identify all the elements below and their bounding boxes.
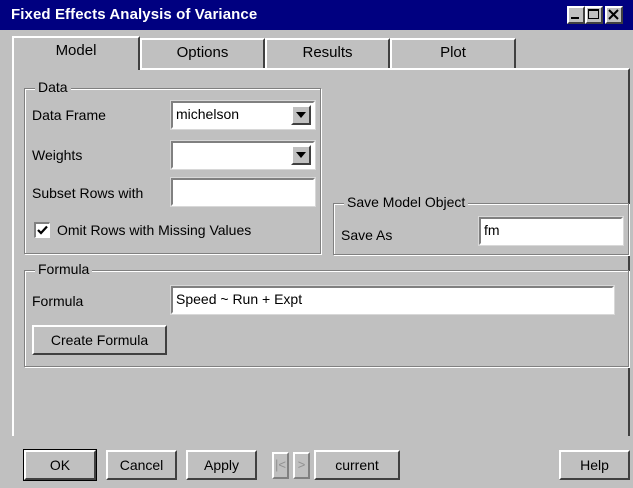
previous-label: |< bbox=[275, 457, 286, 472]
next-button[interactable]: > bbox=[293, 452, 310, 479]
minimize-icon bbox=[571, 17, 579, 19]
help-label: Help bbox=[580, 457, 609, 473]
maximize-button[interactable] bbox=[585, 6, 603, 24]
check-icon bbox=[37, 225, 48, 235]
data-frame-value: michelson bbox=[176, 106, 240, 122]
weights-dropdown-button[interactable] bbox=[291, 145, 311, 165]
title-bar[interactable]: Fixed Effects Analysis of Variance bbox=[0, 0, 633, 30]
weights-dropdown[interactable] bbox=[170, 140, 316, 170]
save-model-group-label: Save Model Object bbox=[344, 194, 469, 210]
data-frame-dropdown[interactable]: michelson bbox=[170, 100, 316, 130]
tab-results[interactable]: Results bbox=[265, 38, 390, 68]
create-formula-button[interactable]: Create Formula bbox=[32, 325, 167, 355]
formula-value: Speed ~ Run + Expt bbox=[176, 291, 303, 307]
minimize-button[interactable] bbox=[567, 6, 585, 24]
tab-options-label: Options bbox=[176, 44, 229, 61]
current-button[interactable]: current bbox=[314, 450, 400, 480]
save-as-input[interactable]: fm bbox=[478, 216, 624, 246]
maximize-icon bbox=[588, 9, 599, 19]
formula-input[interactable]: Speed ~ Run + Expt bbox=[170, 285, 615, 315]
save-as-value: fm bbox=[484, 222, 500, 238]
tab-model-label: Model bbox=[55, 42, 97, 59]
cancel-button[interactable]: Cancel bbox=[106, 450, 177, 480]
ok-label: OK bbox=[49, 457, 71, 473]
weights-label: Weights bbox=[32, 147, 83, 163]
data-frame-label: Data Frame bbox=[32, 107, 106, 123]
create-formula-label: Create Formula bbox=[50, 332, 149, 348]
next-label: > bbox=[297, 457, 306, 472]
close-icon bbox=[608, 9, 619, 20]
save-as-label: Save As bbox=[341, 227, 393, 243]
omit-missing-label[interactable]: Omit Rows with Missing Values bbox=[57, 222, 251, 238]
window-title: Fixed Effects Analysis of Variance bbox=[11, 6, 258, 23]
tab-plot[interactable]: Plot bbox=[390, 38, 516, 68]
ok-button[interactable]: OK bbox=[23, 449, 97, 481]
formula-group-label: Formula bbox=[35, 261, 93, 277]
subset-rows-label: Subset Rows with bbox=[32, 185, 144, 201]
formula-label: Formula bbox=[32, 293, 84, 309]
cancel-label: Cancel bbox=[119, 457, 164, 473]
tab-plot-label: Plot bbox=[440, 44, 466, 61]
chevron-down-icon bbox=[296, 152, 306, 158]
tab-options[interactable]: Options bbox=[140, 38, 265, 68]
help-button[interactable]: Help bbox=[559, 450, 630, 480]
current-label: current bbox=[335, 457, 379, 473]
subset-rows-input[interactable] bbox=[170, 177, 316, 207]
tab-results-label: Results bbox=[302, 44, 353, 61]
apply-label: Apply bbox=[203, 457, 240, 473]
chevron-down-icon bbox=[296, 112, 306, 118]
tab-model[interactable]: Model bbox=[12, 36, 140, 70]
close-button[interactable] bbox=[605, 6, 623, 24]
dialog-window: Fixed Effects Analysis of Variance Model… bbox=[0, 0, 633, 488]
apply-button[interactable]: Apply bbox=[186, 450, 257, 480]
data-frame-dropdown-button[interactable] bbox=[291, 105, 311, 125]
data-group-label: Data bbox=[35, 79, 71, 95]
omit-missing-checkbox[interactable] bbox=[34, 222, 50, 238]
previous-button[interactable]: |< bbox=[272, 452, 289, 479]
